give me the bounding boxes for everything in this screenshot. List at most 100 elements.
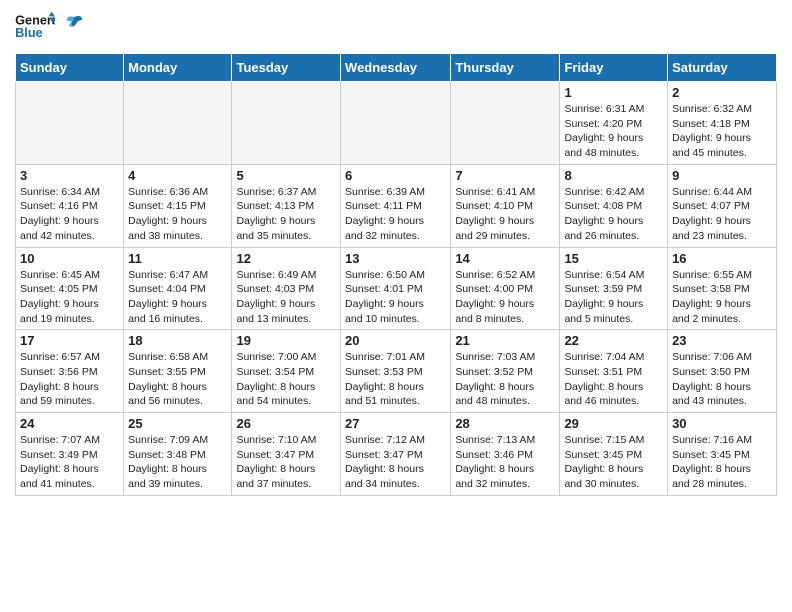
day-info: Sunrise: 6:37 AM Sunset: 4:13 PM Dayligh… (236, 185, 336, 244)
calendar-cell: 11 Sunrise: 6:47 AM Sunset: 4:04 PM Dayli… (124, 247, 232, 330)
day-info: Sunrise: 7:13 AM Sunset: 3:46 PM Dayligh… (455, 433, 555, 492)
day-number: 7 (455, 168, 555, 183)
calendar-cell: 7 Sunrise: 6:41 AM Sunset: 4:10 PM Daylig… (451, 164, 560, 247)
calendar-week-row: 10 Sunrise: 6:45 AM Sunset: 4:05 PM Dayli… (16, 247, 777, 330)
day-info: Sunrise: 7:16 AM Sunset: 3:45 PM Dayligh… (672, 433, 772, 492)
day-info: Sunrise: 7:07 AM Sunset: 3:49 PM Dayligh… (20, 433, 119, 492)
day-number: 18 (128, 333, 227, 348)
day-number: 4 (128, 168, 227, 183)
calendar-cell: 5 Sunrise: 6:37 AM Sunset: 4:13 PM Daylig… (232, 164, 341, 247)
day-number: 11 (128, 251, 227, 266)
day-info: Sunrise: 6:55 AM Sunset: 3:58 PM Dayligh… (672, 268, 772, 327)
calendar-cell: 16Sunrise: 6:55 AM Sunset: 3:58 PM Dayli… (668, 247, 777, 330)
day-info: Sunrise: 6:47 AM Sunset: 4:04 PM Dayligh… (128, 268, 227, 327)
day-info: Sunrise: 7:12 AM Sunset: 3:47 PM Dayligh… (345, 433, 446, 492)
calendar-cell: 26 Sunrise: 7:10 AM Sunset: 3:47 PM Dayli… (232, 413, 341, 496)
calendar-cell (451, 82, 560, 165)
calendar-cell: 8 Sunrise: 6:42 AM Sunset: 4:08 PM Daylig… (560, 164, 668, 247)
calendar-cell: 9 Sunrise: 6:44 AM Sunset: 4:07 PM Daylig… (668, 164, 777, 247)
calendar-cell: 2 Sunrise: 6:32 AM Sunset: 4:18 PM Daylig… (668, 82, 777, 165)
calendar-cell (124, 82, 232, 165)
day-info: Sunrise: 6:57 AM Sunset: 3:56 PM Dayligh… (20, 350, 119, 409)
calendar-cell (341, 82, 451, 165)
day-info: Sunrise: 6:42 AM Sunset: 4:08 PM Dayligh… (564, 185, 663, 244)
day-number: 20 (345, 333, 446, 348)
day-info: Sunrise: 6:39 AM Sunset: 4:11 PM Dayligh… (345, 185, 446, 244)
day-info: Sunrise: 7:00 AM Sunset: 3:54 PM Dayligh… (236, 350, 336, 409)
calendar-cell: 21 Sunrise: 7:03 AM Sunset: 3:52 PM Dayli… (451, 330, 560, 413)
day-number: 9 (672, 168, 772, 183)
calendar-cell: 23 Sunrise: 7:06 AM Sunset: 3:50 PM Dayli… (668, 330, 777, 413)
day-info: Sunrise: 6:32 AM Sunset: 4:18 PM Dayligh… (672, 102, 772, 161)
calendar-cell: 3 Sunrise: 6:34 AM Sunset: 4:16 PM Daylig… (16, 164, 124, 247)
day-info: Sunrise: 6:45 AM Sunset: 4:05 PM Dayligh… (20, 268, 119, 327)
day-info: Sunrise: 7:04 AM Sunset: 3:51 PM Dayligh… (564, 350, 663, 409)
day-info: Sunrise: 6:49 AM Sunset: 4:03 PM Dayligh… (236, 268, 336, 327)
calendar-cell: 24 Sunrise: 7:07 AM Sunset: 3:49 PM Dayli… (16, 413, 124, 496)
day-info: Sunrise: 6:44 AM Sunset: 4:07 PM Dayligh… (672, 185, 772, 244)
page-header: General Blue (15, 10, 777, 45)
day-number: 10 (20, 251, 119, 266)
calendar-day-header: Wednesday (341, 54, 451, 82)
day-number: 22 (564, 333, 663, 348)
day-info: Sunrise: 7:15 AM Sunset: 3:45 PM Dayligh… (564, 433, 663, 492)
calendar-cell: 28 Sunrise: 7:13 AM Sunset: 3:46 PM Dayli… (451, 413, 560, 496)
day-number: 24 (20, 416, 119, 431)
calendar-cell: 22 Sunrise: 7:04 AM Sunset: 3:51 PM Dayli… (560, 330, 668, 413)
calendar-day-header: Sunday (16, 54, 124, 82)
day-number: 14 (455, 251, 555, 266)
day-number: 21 (455, 333, 555, 348)
calendar-cell: 12 Sunrise: 6:49 AM Sunset: 4:03 PM Dayli… (232, 247, 341, 330)
calendar-day-header: Thursday (451, 54, 560, 82)
calendar-table: SundayMondayTuesdayWednesdayThursdayFrid… (15, 53, 777, 496)
page-container: General Blue SundayMondayTuesdayWednesda… (0, 0, 792, 506)
calendar-cell: 18 Sunrise: 6:58 AM Sunset: 3:55 PM Dayli… (124, 330, 232, 413)
day-number: 26 (236, 416, 336, 431)
calendar-day-header: Friday (560, 54, 668, 82)
day-info: Sunrise: 6:41 AM Sunset: 4:10 PM Dayligh… (455, 185, 555, 244)
calendar-cell: 17 Sunrise: 6:57 AM Sunset: 3:56 PM Dayli… (16, 330, 124, 413)
calendar-cell: 30Sunrise: 7:16 AM Sunset: 3:45 PM Dayli… (668, 413, 777, 496)
day-number: 1 (564, 85, 663, 100)
day-info: Sunrise: 6:50 AM Sunset: 4:01 PM Dayligh… (345, 268, 446, 327)
day-number: 27 (345, 416, 446, 431)
day-number: 23 (672, 333, 772, 348)
calendar-day-header: Saturday (668, 54, 777, 82)
day-number: 19 (236, 333, 336, 348)
day-info: Sunrise: 6:58 AM Sunset: 3:55 PM Dayligh… (128, 350, 227, 409)
calendar-cell: 13 Sunrise: 6:50 AM Sunset: 4:01 PM Dayli… (341, 247, 451, 330)
day-info: Sunrise: 7:03 AM Sunset: 3:52 PM Dayligh… (455, 350, 555, 409)
day-info: Sunrise: 7:01 AM Sunset: 3:53 PM Dayligh… (345, 350, 446, 409)
calendar-week-row: 24 Sunrise: 7:07 AM Sunset: 3:49 PM Dayli… (16, 413, 777, 496)
day-info: Sunrise: 7:06 AM Sunset: 3:50 PM Dayligh… (672, 350, 772, 409)
day-number: 5 (236, 168, 336, 183)
calendar-cell: 25 Sunrise: 7:09 AM Sunset: 3:48 PM Dayli… (124, 413, 232, 496)
calendar-cell: 20 Sunrise: 7:01 AM Sunset: 3:53 PM Dayli… (341, 330, 451, 413)
day-number: 28 (455, 416, 555, 431)
logo-bird-icon (64, 12, 84, 42)
day-info: Sunrise: 7:10 AM Sunset: 3:47 PM Dayligh… (236, 433, 336, 492)
day-number: 15 (564, 251, 663, 266)
day-number: 12 (236, 251, 336, 266)
calendar-cell: 19 Sunrise: 7:00 AM Sunset: 3:54 PM Dayli… (232, 330, 341, 413)
day-number: 3 (20, 168, 119, 183)
calendar-day-header: Monday (124, 54, 232, 82)
calendar-cell: 27 Sunrise: 7:12 AM Sunset: 3:47 PM Dayli… (341, 413, 451, 496)
day-number: 25 (128, 416, 227, 431)
day-info: Sunrise: 6:34 AM Sunset: 4:16 PM Dayligh… (20, 185, 119, 244)
calendar-cell: 4 Sunrise: 6:36 AM Sunset: 4:15 PM Daylig… (124, 164, 232, 247)
calendar-week-row: 1Sunrise: 6:31 AM Sunset: 4:20 PM Daylig… (16, 82, 777, 165)
day-number: 17 (20, 333, 119, 348)
day-number: 13 (345, 251, 446, 266)
day-info: Sunrise: 6:36 AM Sunset: 4:15 PM Dayligh… (128, 185, 227, 244)
day-number: 2 (672, 85, 772, 100)
calendar-week-row: 3 Sunrise: 6:34 AM Sunset: 4:16 PM Daylig… (16, 164, 777, 247)
calendar-cell: 15 Sunrise: 6:54 AM Sunset: 3:59 PM Dayli… (560, 247, 668, 330)
day-number: 8 (564, 168, 663, 183)
day-info: Sunrise: 6:54 AM Sunset: 3:59 PM Dayligh… (564, 268, 663, 327)
day-info: Sunrise: 7:09 AM Sunset: 3:48 PM Dayligh… (128, 433, 227, 492)
calendar-cell (16, 82, 124, 165)
calendar-cell: 14Sunrise: 6:52 AM Sunset: 4:00 PM Dayli… (451, 247, 560, 330)
logo-icon: General Blue (15, 10, 55, 45)
calendar-cell (232, 82, 341, 165)
